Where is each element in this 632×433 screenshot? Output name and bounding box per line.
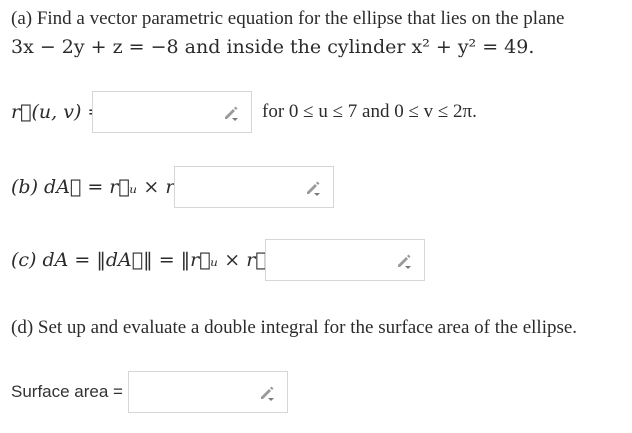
- pencil-icon[interactable]: [259, 385, 275, 401]
- pencil-icon[interactable]: [396, 253, 412, 269]
- pencil-icon[interactable]: [305, 180, 321, 196]
- part-a-domain-text: for 0 ≤ u ≤ 7 and 0 ≤ v ≤ 2π.: [262, 101, 477, 122]
- part-c-answer-input[interactable]: [265, 239, 425, 281]
- part-a-lhs: r⃗(u, v) =: [11, 101, 104, 123]
- surface-area-input[interactable]: [128, 371, 288, 413]
- pencil-icon[interactable]: [223, 105, 239, 121]
- part-c-lhs: (c) dA = ‖dA⃗‖ = ‖r⃗ᵤ × r⃗ᵥ‖ =: [11, 249, 306, 271]
- part-a-line2: 3x − 2y + z = −8 and inside the cylinder…: [11, 36, 535, 58]
- part-d-text: (d) Set up and evaluate a double integra…: [11, 317, 578, 338]
- part-a-line1: (a) Find a vector parametric equation fo…: [11, 8, 565, 29]
- surface-area-label: Surface area =: [11, 382, 123, 401]
- part-a-answer-input[interactable]: [92, 91, 252, 133]
- part-b-answer-input[interactable]: [174, 166, 334, 208]
